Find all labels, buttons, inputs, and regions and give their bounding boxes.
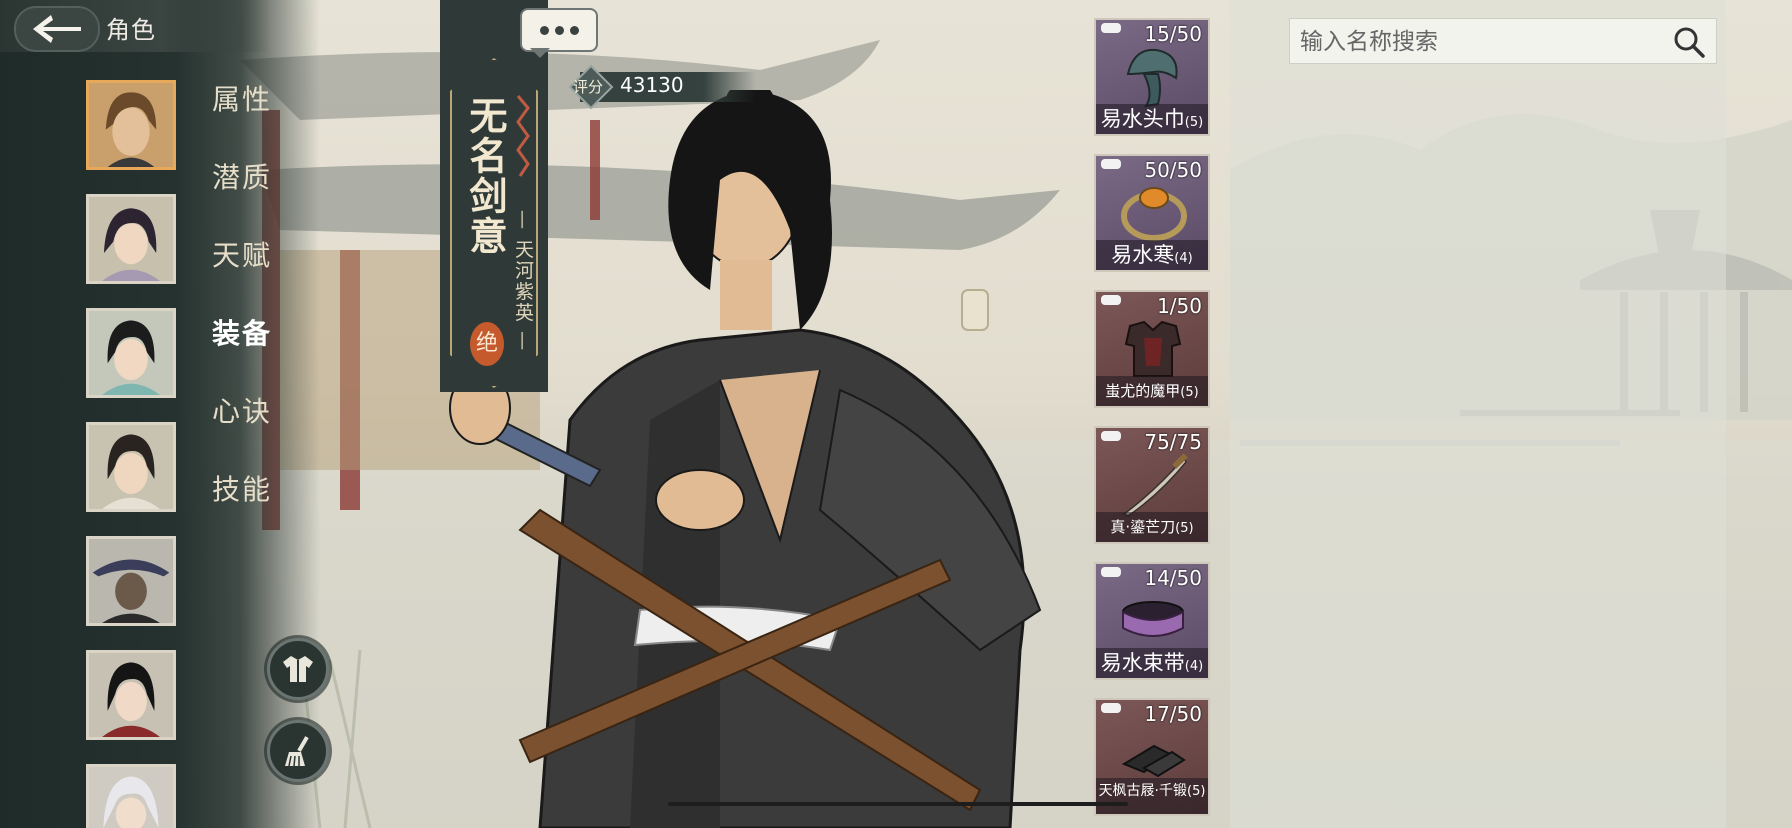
slot-name: 天枫古屐·千锻(5)	[1096, 778, 1208, 814]
character-avatar-3[interactable]	[86, 308, 176, 398]
equipment-slot-accessory[interactable]: 50/50 易水寒(4)	[1094, 154, 1210, 272]
slot-count: 15/50	[1144, 22, 1202, 46]
headscarf-icon	[1126, 48, 1178, 108]
slot-count: 17/50	[1144, 702, 1202, 726]
belt-icon	[1122, 601, 1184, 637]
menu-mind-art[interactable]: 心诀	[212, 390, 272, 430]
back-button[interactable]	[14, 6, 100, 52]
menu-attributes[interactable]: 属性	[212, 78, 272, 118]
portrait-icon	[89, 425, 173, 509]
portrait-icon	[89, 311, 173, 395]
page-title: 角色	[106, 16, 156, 44]
slot-count: 14/50	[1144, 566, 1202, 590]
slot-name: 易水寒(4)	[1096, 240, 1208, 270]
portrait-icon	[89, 83, 173, 167]
slot-name: 真·鎏芒刀(5)	[1096, 512, 1208, 542]
slot-name: 易水束带(4)	[1096, 648, 1208, 678]
equipment-slot-weapon[interactable]: 75/75 真·鎏芒刀(5)	[1094, 426, 1210, 544]
robe-icon	[283, 656, 313, 682]
lock-tab-icon	[1101, 431, 1121, 441]
portrait-icon	[89, 767, 173, 828]
score-value: 43130	[620, 73, 684, 97]
search-box	[1289, 18, 1717, 64]
character-avatar-2[interactable]	[86, 194, 176, 284]
lock-tab-icon	[1101, 703, 1121, 713]
more-dots-icon	[539, 25, 579, 35]
lock-tab-icon	[1101, 567, 1121, 577]
chat-button[interactable]	[520, 8, 598, 52]
slot-count: 75/75	[1144, 430, 1202, 454]
grade-seal: 绝	[470, 322, 504, 366]
lock-tab-icon	[1101, 23, 1121, 33]
slot-name: 蚩尤的魔甲(5)	[1096, 376, 1208, 406]
equipment-slot-shoes[interactable]: 17/50 天枫古屐·千锻(5)	[1094, 698, 1210, 816]
cleanup-button[interactable]	[267, 720, 329, 782]
skill-subtitle: — 天河紫英 —	[512, 210, 534, 353]
outfit-button[interactable]	[267, 638, 329, 700]
menu-potential[interactable]: 潜质	[212, 156, 272, 196]
portrait-icon	[89, 539, 173, 623]
inventory-panel	[1230, 0, 1726, 828]
character-avatar-7[interactable]	[86, 764, 176, 828]
slot-name: 易水头巾(5)	[1096, 104, 1208, 134]
saber-icon	[1122, 453, 1188, 517]
character-avatar-1[interactable]	[86, 80, 176, 170]
armor-icon	[1124, 320, 1182, 377]
search-icon[interactable]	[1672, 25, 1706, 59]
home-indicator	[668, 802, 1128, 806]
character-avatar-5[interactable]	[86, 536, 176, 626]
lock-tab-icon	[1101, 295, 1121, 305]
skill-banner: 无名剑意 — 天河紫英 — 绝	[440, 0, 548, 392]
arrow-left-icon	[33, 15, 81, 43]
equipment-slot-head[interactable]: 15/50 易水头巾(5)	[1094, 18, 1210, 136]
menu-talent[interactable]: 天赋	[212, 234, 272, 274]
portrait-icon	[89, 197, 173, 281]
ornament-icon	[516, 95, 530, 177]
skill-name: 无名剑意	[463, 96, 508, 256]
menu-equipment[interactable]: 装备	[212, 312, 272, 352]
chat-bubble-tail	[530, 48, 550, 58]
lock-tab-icon	[1101, 159, 1121, 169]
menu-skills[interactable]: 技能	[212, 468, 272, 508]
amber-bracelet-icon	[1121, 187, 1187, 241]
broom-icon	[285, 736, 309, 767]
equipment-slot-armor[interactable]: 1/50 蚩尤的魔甲(5)	[1094, 290, 1210, 408]
slot-count: 1/50	[1157, 294, 1202, 318]
portrait-icon	[89, 653, 173, 737]
equipment-slot-belt[interactable]: 14/50 易水束带(4)	[1094, 562, 1210, 680]
character-avatar-4[interactable]	[86, 422, 176, 512]
character-avatar-6[interactable]	[86, 650, 176, 740]
slot-count: 50/50	[1144, 158, 1202, 182]
search-input[interactable]	[1298, 25, 1662, 59]
score-label: 评分	[573, 78, 604, 96]
